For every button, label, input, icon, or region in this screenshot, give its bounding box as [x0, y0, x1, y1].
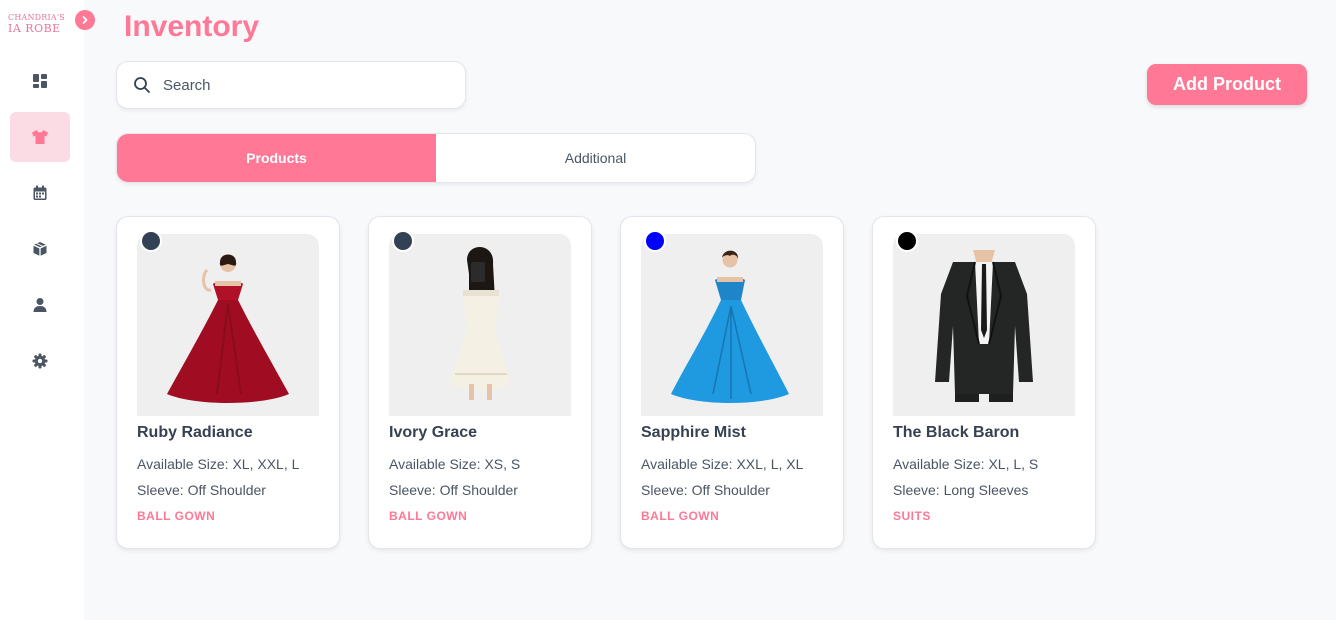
- add-product-button[interactable]: Add Product: [1147, 64, 1307, 105]
- product-image[interactable]: [893, 234, 1075, 416]
- search-box[interactable]: [116, 61, 466, 109]
- tab-additional[interactable]: Additional: [436, 134, 755, 182]
- color-swatch: [140, 230, 162, 252]
- product-image[interactable]: [137, 234, 319, 416]
- sidebar-item-packages[interactable]: [10, 224, 70, 274]
- sidebar-item-users[interactable]: [10, 280, 70, 330]
- product-category: SUITS: [893, 509, 931, 523]
- logo-line-2: IA ROBE: [8, 22, 61, 35]
- white-dress-image: [389, 234, 571, 416]
- black-suit-image: [893, 234, 1075, 416]
- product-name: Sapphire Mist: [641, 424, 746, 441]
- product-image[interactable]: [389, 234, 571, 416]
- red-ball-gown-image: [137, 234, 319, 416]
- calendar-icon: [33, 185, 47, 200]
- product-sleeve: Sleeve: Off Shoulder: [137, 482, 266, 498]
- color-swatch: [392, 230, 414, 252]
- product-category: BALL GOWN: [389, 509, 468, 523]
- product-card-the-black-baron[interactable]: The Black Baron Available Size: XL, L, S…: [872, 216, 1096, 549]
- box-icon: [33, 242, 47, 256]
- product-image[interactable]: [641, 234, 823, 416]
- chevron-right-icon: [82, 16, 88, 24]
- product-sizes: Available Size: XXL, L, XL: [641, 456, 804, 472]
- product-card-sapphire-mist[interactable]: Sapphire Mist Available Size: XXL, L, XL…: [620, 216, 844, 549]
- sidebar-item-products[interactable]: [10, 112, 70, 162]
- product-sleeve: Sleeve: Off Shoulder: [389, 482, 518, 498]
- blue-ball-gown-image: [641, 234, 823, 416]
- product-sleeve: Sleeve: Off Shoulder: [641, 482, 770, 498]
- search-input[interactable]: [163, 76, 443, 94]
- color-swatch: [644, 230, 666, 252]
- search-icon: [134, 77, 150, 93]
- tab-products[interactable]: Products: [117, 134, 436, 182]
- user-icon: [33, 298, 47, 312]
- product-name: The Black Baron: [893, 424, 1020, 441]
- shirt-icon: [32, 130, 48, 144]
- product-card-ivory-grace[interactable]: Ivory Grace Available Size: XS, S Sleeve…: [368, 216, 592, 549]
- product-name: Ruby Radiance: [137, 424, 253, 441]
- dashboard-icon: [33, 74, 47, 88]
- color-swatch: [896, 230, 918, 252]
- sidebar-toggle-button[interactable]: [75, 10, 95, 30]
- tab-bar: Products Additional: [116, 133, 756, 183]
- page-title: Inventory: [124, 10, 260, 43]
- product-category: BALL GOWN: [137, 509, 216, 523]
- product-category: BALL GOWN: [641, 509, 720, 523]
- sidebar-item-settings[interactable]: [10, 336, 70, 386]
- product-sizes: Available Size: XS, S: [389, 456, 521, 472]
- product-card-ruby-radiance[interactable]: Ruby Radiance Available Size: XL, XXL, L…: [116, 216, 340, 549]
- gear-icon: [32, 353, 48, 369]
- sidebar: CHANDRIA'S IA ROBE: [0, 0, 95, 620]
- product-sizes: Available Size: XL, L, S: [893, 456, 1039, 472]
- brand-logo[interactable]: CHANDRIA'S IA ROBE: [8, 12, 72, 36]
- product-sizes: Available Size: XL, XXL, L: [137, 456, 300, 472]
- sidebar-item-calendar[interactable]: [10, 168, 70, 218]
- product-name: Ivory Grace: [389, 424, 478, 441]
- sidebar-item-dashboard[interactable]: [10, 56, 70, 106]
- product-sleeve: Sleeve: Long Sleeves: [893, 482, 1029, 498]
